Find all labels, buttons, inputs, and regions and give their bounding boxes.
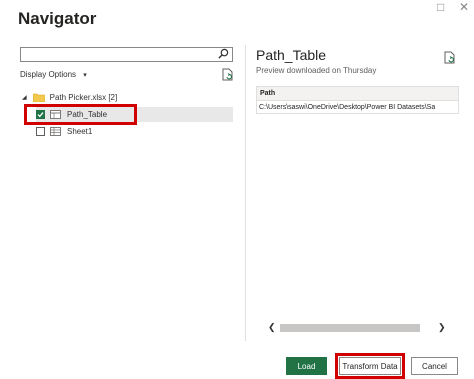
restore-icon[interactable]: □ — [437, 0, 444, 14]
horizontal-scrollbar[interactable]: ❮ ❯ — [256, 322, 459, 334]
refresh-page-icon[interactable] — [222, 68, 234, 81]
table-cell: C:\Users\saswi\OneDrive\Desktop\Power BI… — [259, 104, 436, 111]
tree-item-label: Path_Table — [67, 110, 108, 119]
table-icon — [50, 110, 61, 119]
path-table-checkbox[interactable] — [36, 110, 45, 119]
expand-caret-icon[interactable]: ◢ — [22, 94, 27, 101]
search-icon[interactable] — [218, 48, 229, 59]
close-icon[interactable]: ✕ — [459, 0, 469, 14]
dialog-title: Navigator — [18, 9, 97, 28]
tree-root-label: Path Picker.xlsx [2] — [49, 93, 118, 102]
cancel-button[interactable]: Cancel — [411, 357, 458, 375]
tree-item-sheet1[interactable]: Sheet1 — [36, 124, 233, 139]
refresh-preview-icon[interactable] — [444, 51, 456, 64]
preview-table: Path C:\Users\saswi\OneDrive\Desktop\Pow… — [256, 86, 459, 114]
load-button[interactable]: Load — [286, 357, 327, 375]
scroll-left-icon[interactable]: ❮ — [268, 322, 276, 333]
pane-divider — [245, 45, 246, 341]
sheet-icon — [50, 127, 61, 136]
transform-data-button[interactable]: Transform Data — [339, 357, 401, 375]
column-header-path[interactable]: Path — [257, 87, 458, 101]
tree-root-workbook[interactable]: ◢ Path Picker.xlsx [2] — [22, 90, 232, 105]
folder-icon — [32, 93, 45, 102]
chevron-down-icon: ▾ — [83, 72, 87, 79]
tree-item-path-table[interactable]: Path_Table — [36, 107, 233, 122]
preview-title: Path_Table — [256, 47, 327, 63]
display-options-label: Display Options — [20, 70, 77, 79]
search-field[interactable] — [21, 52, 217, 65]
sheet1-checkbox[interactable] — [36, 127, 45, 136]
display-options-dropdown[interactable]: Display Options ▾ — [20, 70, 87, 79]
checkmark-icon — [37, 112, 44, 118]
scroll-right-icon[interactable]: ❯ — [438, 322, 446, 333]
preview-subtitle: Preview downloaded on Thursday — [256, 66, 377, 75]
search-input[interactable] — [20, 47, 233, 65]
scrollbar-thumb[interactable] — [280, 324, 420, 332]
tree-item-label: Sheet1 — [67, 127, 93, 136]
